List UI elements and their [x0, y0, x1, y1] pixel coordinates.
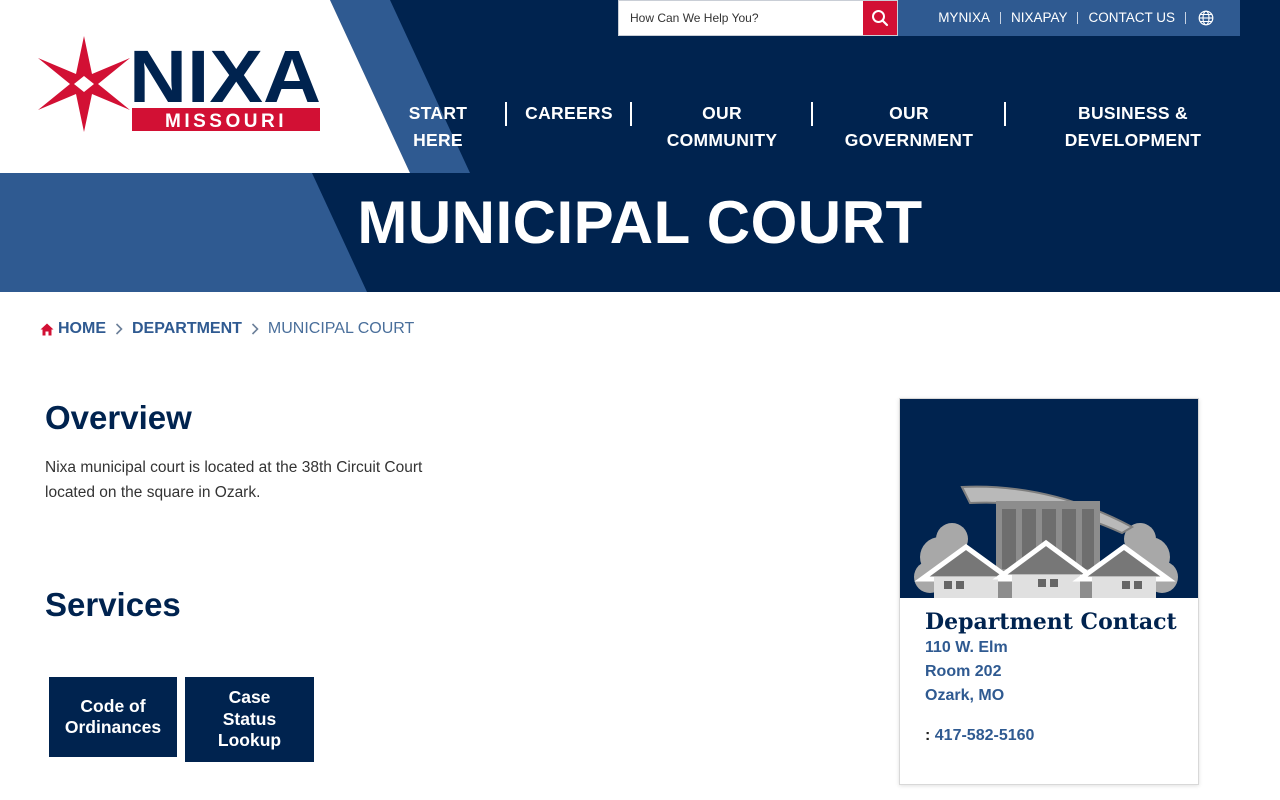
search-input[interactable] — [619, 1, 863, 35]
globe-icon — [1198, 10, 1214, 26]
nav-label-line: GOVERNMENT — [844, 130, 974, 150]
breadcrumb-home[interactable]: HOME — [58, 320, 106, 338]
chevron-right-icon — [115, 323, 123, 335]
contact-us-link[interactable]: CONTACT US — [1078, 11, 1185, 25]
nav-separator — [630, 102, 632, 126]
utility-bar: MYNIXA NIXAPAY CONTACT US — [618, 0, 1240, 36]
service-label-line: Lookup — [217, 730, 282, 751]
service-label-line: Case — [228, 687, 271, 708]
phone-link[interactable]: 417-582-5160 — [935, 727, 1035, 744]
nav-separator — [505, 102, 507, 126]
nixapay-link[interactable]: NIXAPAY — [1001, 11, 1078, 25]
code-of-ordinances-button[interactable]: Code of Ordinances — [49, 677, 177, 757]
service-button-label: Code of Ordinances — [65, 696, 161, 739]
nav-start-here[interactable]: START HERE — [392, 100, 484, 154]
search-icon — [872, 10, 889, 27]
home-icon — [40, 323, 54, 336]
mynixa-link[interactable]: MYNIXA — [928, 11, 1000, 25]
nav-label-line: OUR — [889, 103, 929, 123]
service-label-line: Status — [222, 708, 277, 729]
city-buildings-icon — [914, 485, 1178, 598]
nav-business-development[interactable]: BUSINESS & DEVELOPMENT — [1058, 100, 1208, 154]
phone-prefix: : — [925, 727, 931, 744]
overview-heading: Overview — [45, 399, 192, 436]
department-contact-card: Department Contact 110 W. Elm Room 202 O… — [899, 398, 1199, 785]
breadcrumb-current: MUNICIPAL COURT — [267, 320, 415, 337]
case-status-lookup-button[interactable]: Case Status Lookup — [185, 677, 314, 762]
nav-our-government[interactable]: OUR GOVERNMENT — [832, 100, 986, 154]
chevron-right-icon — [251, 323, 259, 335]
nav-separator — [1004, 102, 1006, 126]
service-label-line: Ordinances — [64, 717, 162, 737]
nav-separator — [811, 102, 813, 126]
page-title: MUNICIPAL COURT — [357, 189, 923, 256]
nav-label-line: DEVELOPMENT — [1064, 130, 1202, 150]
contact-address-line: 110 W. Elm — [925, 639, 1008, 656]
site-header: NIXA MISSOURI MYNIXA NIXAPAY CONTACT US — [0, 0, 1280, 173]
nav-label-line: START — [408, 103, 468, 123]
nav-label-line: HERE — [413, 130, 463, 150]
contact-address-line: Room 202 — [925, 663, 1002, 680]
nav-label-line: CAREERS — [525, 103, 613, 123]
contact-address-line: Ozark, MO — [925, 687, 1005, 704]
page-banner: MUNICIPAL COURT — [0, 173, 1280, 292]
nav-label-line: COMMUNITY — [666, 130, 778, 150]
service-button-label: Case Status Lookup — [218, 687, 281, 752]
nav-our-community[interactable]: OUR COMMUNITY — [652, 100, 792, 154]
contact-title: Department Contact — [925, 609, 1177, 635]
search-button[interactable] — [863, 1, 897, 35]
nav-careers[interactable]: CAREERS — [516, 100, 622, 127]
contact-phone: : 417-582-5160 — [925, 724, 1034, 748]
overview-text: Nixa municipal court is located at the 3… — [45, 459, 423, 501]
services-heading: Services — [45, 586, 181, 623]
language-selector[interactable] — [1186, 10, 1214, 26]
main-nav: START HERE CAREERS OUR COMMUNITY OUR GOV… — [0, 100, 1280, 160]
nav-label-line: OUR — [702, 103, 742, 123]
nav-label-line: BUSINESS & — [1078, 103, 1188, 123]
service-label-line: Code of — [80, 695, 146, 716]
search-box — [618, 0, 898, 36]
utility-links: MYNIXA NIXAPAY CONTACT US — [898, 0, 1240, 36]
breadcrumb-department[interactable]: DEPARTMENT — [132, 320, 242, 338]
breadcrumb: HOME DEPARTMENT MUNICIPAL COURT — [40, 318, 414, 340]
department-illustration — [900, 399, 1198, 598]
